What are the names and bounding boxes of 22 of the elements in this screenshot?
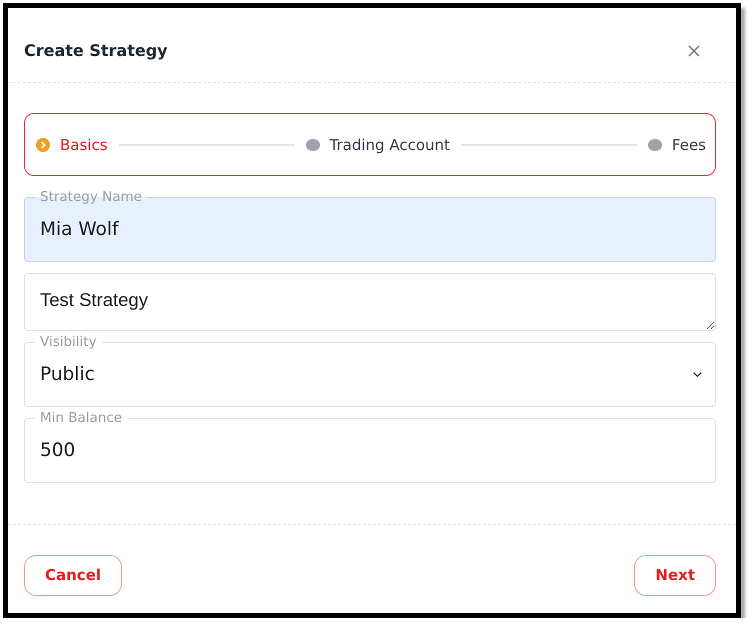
text-input[interactable]: 500 [40, 426, 703, 475]
cancel-button[interactable]: Cancel [24, 555, 122, 596]
close-button[interactable] [688, 45, 700, 57]
select-field[interactable]: Visibility Public [24, 334, 716, 407]
chevron-down-icon [693, 372, 702, 377]
field-label: Strategy Name [39, 189, 143, 205]
text-area-field[interactable]: Test Strategy [24, 273, 716, 331]
field-label: Visibility [39, 334, 98, 350]
text-field[interactable]: Strategy Name Mia Wolf [24, 189, 716, 262]
text-input[interactable]: Mia Wolf [40, 205, 703, 254]
step-tab[interactable]: Basics [36, 136, 108, 154]
step-tab[interactable]: Fees [648, 136, 706, 154]
close-icon [688, 45, 700, 57]
dot-icon [306, 138, 320, 150]
text-field[interactable]: Min Balance 500 [24, 410, 716, 483]
dot-icon [648, 138, 662, 150]
field-label: Min Balance [39, 410, 124, 426]
next-button[interactable]: Next [634, 555, 716, 596]
chevron-circle-icon [36, 138, 50, 152]
dialog-title: Create Strategy [24, 41, 168, 61]
select-input[interactable]: Public [40, 350, 693, 399]
step-tab[interactable]: Trading Account [306, 136, 450, 154]
